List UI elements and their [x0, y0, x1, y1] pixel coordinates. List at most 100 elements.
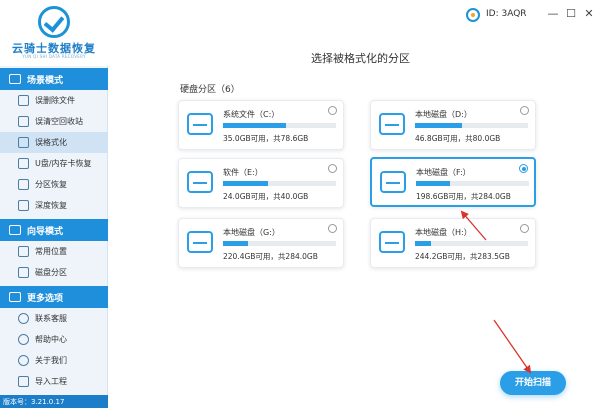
file-delete-icon: [18, 95, 29, 106]
section-title: 场景模式: [27, 75, 64, 86]
disk-usage-bar: [223, 241, 336, 246]
nav-item-label: 误删除文件: [35, 96, 75, 105]
disk-usage-bar: [415, 123, 528, 128]
nav-item-format[interactable]: 误格式化: [0, 132, 108, 153]
section-title: 更多选项: [27, 293, 64, 304]
nav-item-label: U盘/内存卡恢复: [35, 159, 92, 168]
disk-usage-bar: [223, 123, 336, 128]
nav-item-support[interactable]: 联系客服: [0, 308, 108, 329]
headset-icon: [18, 313, 29, 324]
usb-icon: [18, 158, 29, 169]
info-icon: [18, 355, 29, 366]
nav-item-label: 磁盘分区: [35, 268, 67, 277]
nav-item-label: 联系客服: [35, 314, 67, 323]
nav-item-label: 深度恢复: [35, 201, 67, 210]
section-wizard-mode: 向导模式: [0, 219, 108, 241]
section-scene-mode: 场景模式: [0, 68, 108, 90]
maximize-button[interactable]: ☐: [564, 7, 578, 21]
disk-usage-bar: [415, 241, 528, 246]
sidebar: 云骑士数据恢复 YUN QI SHI DATA RECOVERY 场景模式 误删…: [0, 0, 108, 408]
disk-radio[interactable]: [328, 224, 337, 233]
disk-usage-fill: [223, 241, 249, 246]
disk-name: 本地磁盘（F:）: [416, 168, 471, 177]
nav-item-common-locations[interactable]: 常用位置: [0, 241, 108, 262]
disk-usage-fill: [416, 181, 450, 186]
disk-capacity: 35.0GB可用，共78.6GB: [223, 134, 309, 143]
disk-radio[interactable]: [520, 106, 529, 115]
user-icon[interactable]: [466, 8, 480, 22]
disk-capacity: 46.8GB可用，共80.0GB: [415, 134, 501, 143]
app-logo: 云骑士数据恢复 YUN QI SHI DATA RECOVERY: [0, 0, 108, 66]
nav-item-label: 常用位置: [35, 247, 67, 256]
hard-drive-icon: [379, 231, 405, 253]
hard-drive-icon: [380, 171, 406, 193]
disk-capacity: 220.4GB可用，共284.0GB: [223, 252, 318, 261]
format-icon: [18, 137, 29, 148]
nav-item-help[interactable]: 帮助中心: [0, 329, 108, 350]
logo-icon: [38, 6, 70, 38]
more-options-icon: [9, 292, 21, 302]
version-label: 版本号：3.21.0.17: [0, 395, 108, 408]
disk-card-g[interactable]: 本地磁盘（G:） 220.4GB可用，共284.0GB: [178, 218, 344, 268]
wizard-mode-icon: [9, 225, 21, 235]
hard-drive-icon: [187, 171, 213, 193]
disk-capacity: 198.6GB可用，共284.0GB: [416, 192, 511, 201]
disk-radio[interactable]: [328, 164, 337, 173]
deep-scan-icon: [18, 200, 29, 211]
scene-mode-icon: [9, 74, 21, 84]
disk-capacity: 24.0GB可用，共40.0GB: [223, 192, 309, 201]
disk-usage-fill: [223, 123, 286, 128]
section-title: 向导模式: [27, 226, 64, 237]
section-more-options: 更多选项: [0, 286, 108, 308]
page-title: 选择被格式化的分区: [311, 52, 410, 65]
disk-name: 本地磁盘（G:）: [223, 228, 280, 237]
disk-radio[interactable]: [519, 164, 528, 173]
disk-radio[interactable]: [520, 224, 529, 233]
nav-item-disk-partition[interactable]: 磁盘分区: [0, 262, 108, 283]
nav-item-deep[interactable]: 深度恢复: [0, 195, 108, 216]
disk-radio[interactable]: [328, 106, 337, 115]
nav-item-label: 帮助中心: [35, 335, 67, 344]
folder-icon: [18, 246, 29, 257]
disk-usage-bar: [416, 181, 529, 186]
disk-card-f[interactable]: 本地磁盘（F:） 198.6GB可用，共284.0GB: [370, 157, 536, 207]
disk-name: 软件（E:）: [223, 168, 263, 177]
nav-item-import[interactable]: 导入工程: [0, 371, 108, 392]
nav-item-partition[interactable]: 分区恢复: [0, 174, 108, 195]
disk-usage-fill: [415, 123, 462, 128]
disk-capacity: 244.2GB可用，共283.5GB: [415, 252, 510, 261]
hard-drive-icon: [379, 113, 405, 135]
nav-item-label: 误清空回收站: [35, 117, 83, 126]
disk-card-h[interactable]: 本地磁盘（H:） 244.2GB可用，共283.5GB: [370, 218, 536, 268]
nav-item-deleted-files[interactable]: 误删除文件: [0, 90, 108, 111]
recycle-bin-icon: [18, 116, 29, 127]
disk-card-c[interactable]: 系统文件（C:） 35.0GB可用，共78.6GB: [178, 100, 344, 150]
nav-item-label: 分区恢复: [35, 180, 67, 189]
disk-name: 本地磁盘（H:）: [415, 228, 472, 237]
import-icon: [18, 376, 29, 387]
disk-card-e[interactable]: 软件（E:） 24.0GB可用，共40.0GB: [178, 158, 344, 208]
disk-card-d[interactable]: 本地磁盘（D:） 46.8GB可用，共80.0GB: [370, 100, 536, 150]
disk-name: 本地磁盘（D:）: [415, 110, 472, 119]
partition-icon: [18, 179, 29, 190]
user-id: ID: 3AQR: [486, 9, 527, 19]
nav-item-about[interactable]: 关于我们: [0, 350, 108, 371]
minimize-button[interactable]: —: [546, 7, 560, 21]
logo-subtitle: YUN QI SHI DATA RECOVERY: [22, 54, 86, 59]
hard-drive-icon: [187, 231, 213, 253]
partition-group-label: 硬盘分区（6）: [180, 85, 240, 95]
start-scan-button[interactable]: 开始扫描: [500, 371, 566, 395]
nav-item-recycle-bin[interactable]: 误清空回收站: [0, 111, 108, 132]
disk-usage-fill: [415, 241, 431, 246]
nav-item-label: 关于我们: [35, 356, 67, 365]
disk-usage-bar: [223, 181, 336, 186]
nav-item-label: 导入工程: [35, 377, 67, 386]
nav-item-label: 误格式化: [35, 138, 67, 147]
annotation-arrow-to-start-button: [493, 319, 532, 374]
disk-icon: [18, 267, 29, 278]
disk-name: 系统文件（C:）: [223, 110, 280, 119]
help-icon: [18, 334, 29, 345]
close-button[interactable]: ✕: [582, 7, 596, 21]
nav-item-usb-card[interactable]: U盘/内存卡恢复: [0, 153, 108, 174]
disk-usage-fill: [223, 181, 269, 186]
